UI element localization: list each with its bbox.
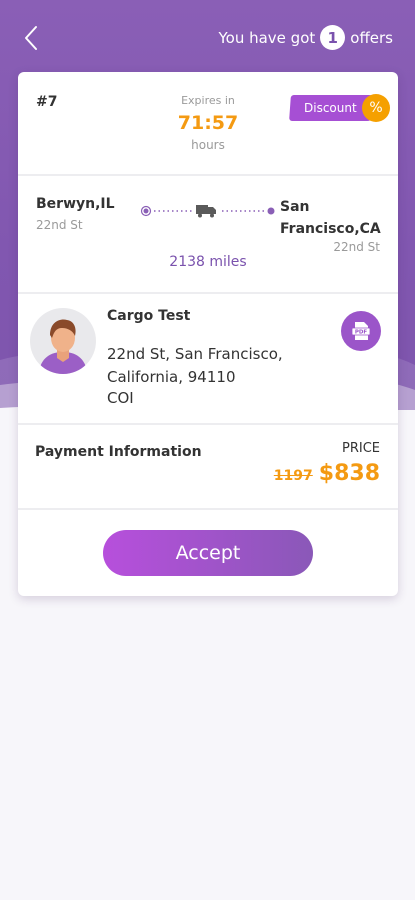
shipper-address: 22nd St, San Francisco, California, 9411… — [107, 345, 283, 386]
expires-countdown: 71:57 — [177, 112, 239, 134]
offers-counter: You have got 1 offers — [218, 25, 393, 50]
offers-suffix: offers — [350, 28, 393, 47]
discount-badge[interactable]: Discount % — [289, 92, 390, 126]
discount-label: Discount — [304, 101, 357, 115]
route-line — [140, 205, 275, 218]
old-price: 1197 — [273, 468, 313, 484]
pdf-icon: PDF — [351, 322, 371, 340]
expires-unit: hours — [191, 138, 225, 152]
payment-label: Payment Information — [35, 444, 202, 460]
price-row: 1197 $838 — [274, 461, 380, 486]
percent-icon: % — [362, 94, 390, 122]
shipper-name: Cargo Test — [107, 308, 191, 324]
truck-icon — [196, 205, 216, 218]
destination-dot — [267, 207, 275, 215]
new-price: $838 — [318, 461, 380, 486]
destination-street: 22nd St — [333, 240, 380, 254]
offer-summary-section: #7 Expires in 71:57 hours Discount % — [18, 72, 398, 176]
top-bar: You have got 1 offers — [0, 0, 415, 76]
destination-city: San Francisco,CA — [280, 199, 381, 237]
order-id: #7 — [36, 94, 58, 110]
pdf-button[interactable]: PDF — [341, 311, 381, 351]
shipper-section: Cargo Test 22nd St, San Francisco, Calif… — [18, 294, 398, 425]
payment-section: Payment Information PRICE 1197 $838 — [18, 425, 398, 510]
origin-city: Berwyn,IL — [36, 196, 115, 212]
svg-text:PDF: PDF — [355, 330, 368, 336]
back-button[interactable] — [18, 24, 46, 52]
offer-card: #7 Expires in 71:57 hours Discount % Ber… — [18, 72, 398, 596]
expires-label: Expires in — [181, 94, 235, 107]
coi-label: COI — [107, 389, 134, 407]
chevron-left-icon — [25, 26, 37, 50]
avatar — [30, 308, 96, 374]
offers-prefix: You have got — [218, 28, 316, 47]
route-section: Berwyn,IL 22nd St San Francisco,CA 22nd … — [18, 176, 398, 294]
distance: 2138 miles — [169, 254, 247, 270]
origin-street: 22nd St — [36, 218, 83, 232]
price-label: PRICE — [342, 441, 380, 456]
accept-button[interactable]: Accept — [103, 530, 313, 576]
actions-section: Accept — [18, 510, 398, 596]
offers-count-badge: 1 — [320, 25, 346, 50]
